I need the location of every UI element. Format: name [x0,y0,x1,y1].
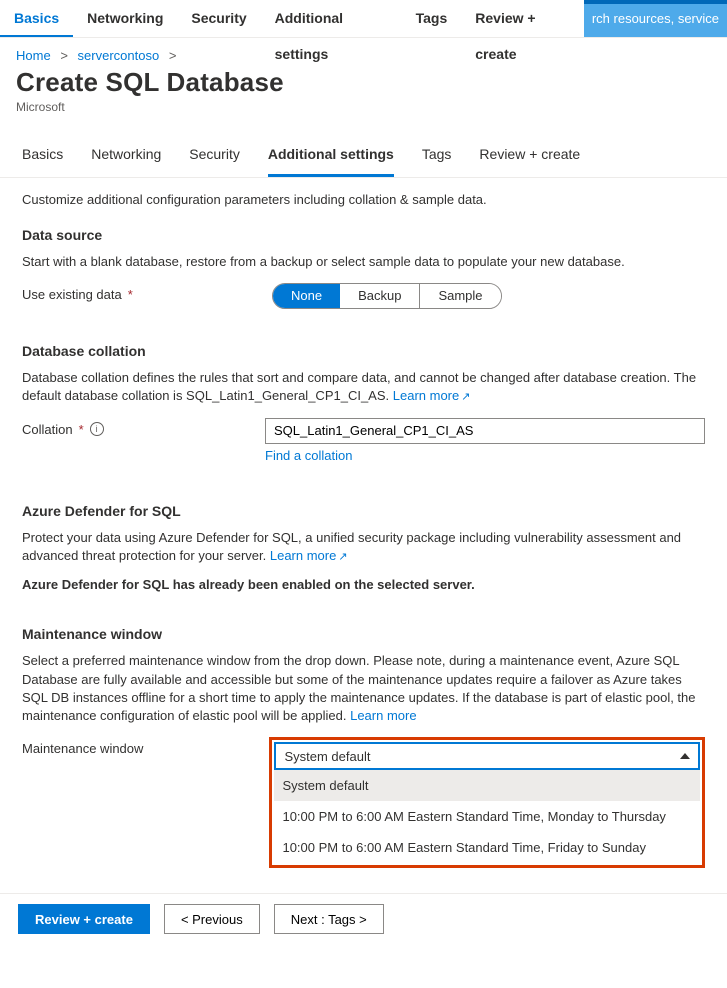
collation-desc-text: Database collation defines the rules tha… [22,370,696,403]
chevron-up-icon [680,753,690,759]
option-sample[interactable]: Sample [419,284,500,308]
top-tab-additional[interactable]: Additional settings [261,0,402,37]
highlight-box: System default System default 10:00 PM t… [269,737,705,868]
breadcrumb-home[interactable]: Home [16,48,51,63]
page-subtitle: Microsoft [16,100,711,114]
defender-desc-text: Protect your data using Azure Defender f… [22,530,681,563]
tab-review-create[interactable]: Review + create [479,134,580,177]
collation-learn-more-link[interactable]: Learn more↗ [393,388,471,403]
option-backup[interactable]: Backup [340,284,419,308]
info-icon[interactable]: i [90,422,104,436]
use-existing-data-label: Use existing data [22,287,122,302]
use-existing-data-options: None Backup Sample [272,283,502,309]
defender-desc: Protect your data using Azure Defender f… [22,529,705,566]
maintenance-option-default[interactable]: System default [274,770,700,801]
required-indicator: * [128,287,133,302]
section-collation: Database collation [22,343,705,359]
wizard-tab-bar: Basics Networking Security Additional se… [0,134,727,178]
option-none[interactable]: None [273,284,340,308]
maintenance-window-selected: System default [284,749,370,764]
intro-text: Customize additional configuration param… [22,192,705,207]
review-create-button[interactable]: Review + create [18,904,150,934]
previous-button[interactable]: < Previous [164,904,260,934]
top-tab-security[interactable]: Security [177,0,260,37]
external-link-icon: ↗ [338,551,347,563]
top-tab-networking[interactable]: Networking [73,0,177,37]
external-link-icon: ↗ [461,391,470,403]
tab-security[interactable]: Security [189,134,240,177]
next-button[interactable]: Next : Tags > [274,904,384,934]
section-defender: Azure Defender for SQL [22,503,705,519]
maintenance-option-mon-thu[interactable]: 10:00 PM to 6:00 AM Eastern Standard Tim… [274,801,700,832]
page-title: Create SQL Database [16,67,711,98]
tab-tags[interactable]: Tags [422,134,452,177]
maintenance-window-dropdown[interactable]: System default [274,742,700,770]
breadcrumb: Home > servercontoso > [0,38,727,63]
top-tab-tags[interactable]: Tags [402,0,462,37]
data-source-desc: Start with a blank database, restore fro… [22,253,705,271]
tab-additional-settings[interactable]: Additional settings [268,134,394,177]
tab-basics[interactable]: Basics [22,134,63,177]
chevron-right-icon: > [54,48,74,63]
collation-input[interactable] [265,418,705,444]
find-collation-link[interactable]: Find a collation [265,448,352,463]
wizard-footer: Review + create < Previous Next : Tags > [0,893,727,944]
search-resources-input[interactable]: rch resources, service [584,0,727,37]
required-indicator: * [79,422,84,437]
chevron-right-icon: > [163,48,183,63]
breadcrumb-server[interactable]: servercontoso [78,48,160,63]
tab-networking[interactable]: Networking [91,134,161,177]
maintenance-desc: Select a preferred maintenance window fr… [22,652,705,725]
top-tab-basics[interactable]: Basics [0,0,73,37]
collation-desc: Database collation defines the rules tha… [22,369,705,406]
section-data-source: Data source [22,227,705,243]
defender-learn-more-link[interactable]: Learn more↗ [270,548,348,563]
maintenance-window-label: Maintenance window [22,741,143,756]
maintenance-option-fri-sun[interactable]: 10:00 PM to 6:00 AM Eastern Standard Tim… [274,832,700,863]
defender-status: Azure Defender for SQL has already been … [22,577,705,592]
maintenance-learn-more-link[interactable]: Learn more [350,708,416,723]
top-tab-review[interactable]: Review + create [461,0,584,37]
maintenance-window-options: System default 10:00 PM to 6:00 AM Easte… [274,770,700,863]
section-maintenance: Maintenance window [22,626,705,642]
collation-label: Collation [22,422,73,437]
top-tab-bar: Basics Networking Security Additional se… [0,0,727,38]
